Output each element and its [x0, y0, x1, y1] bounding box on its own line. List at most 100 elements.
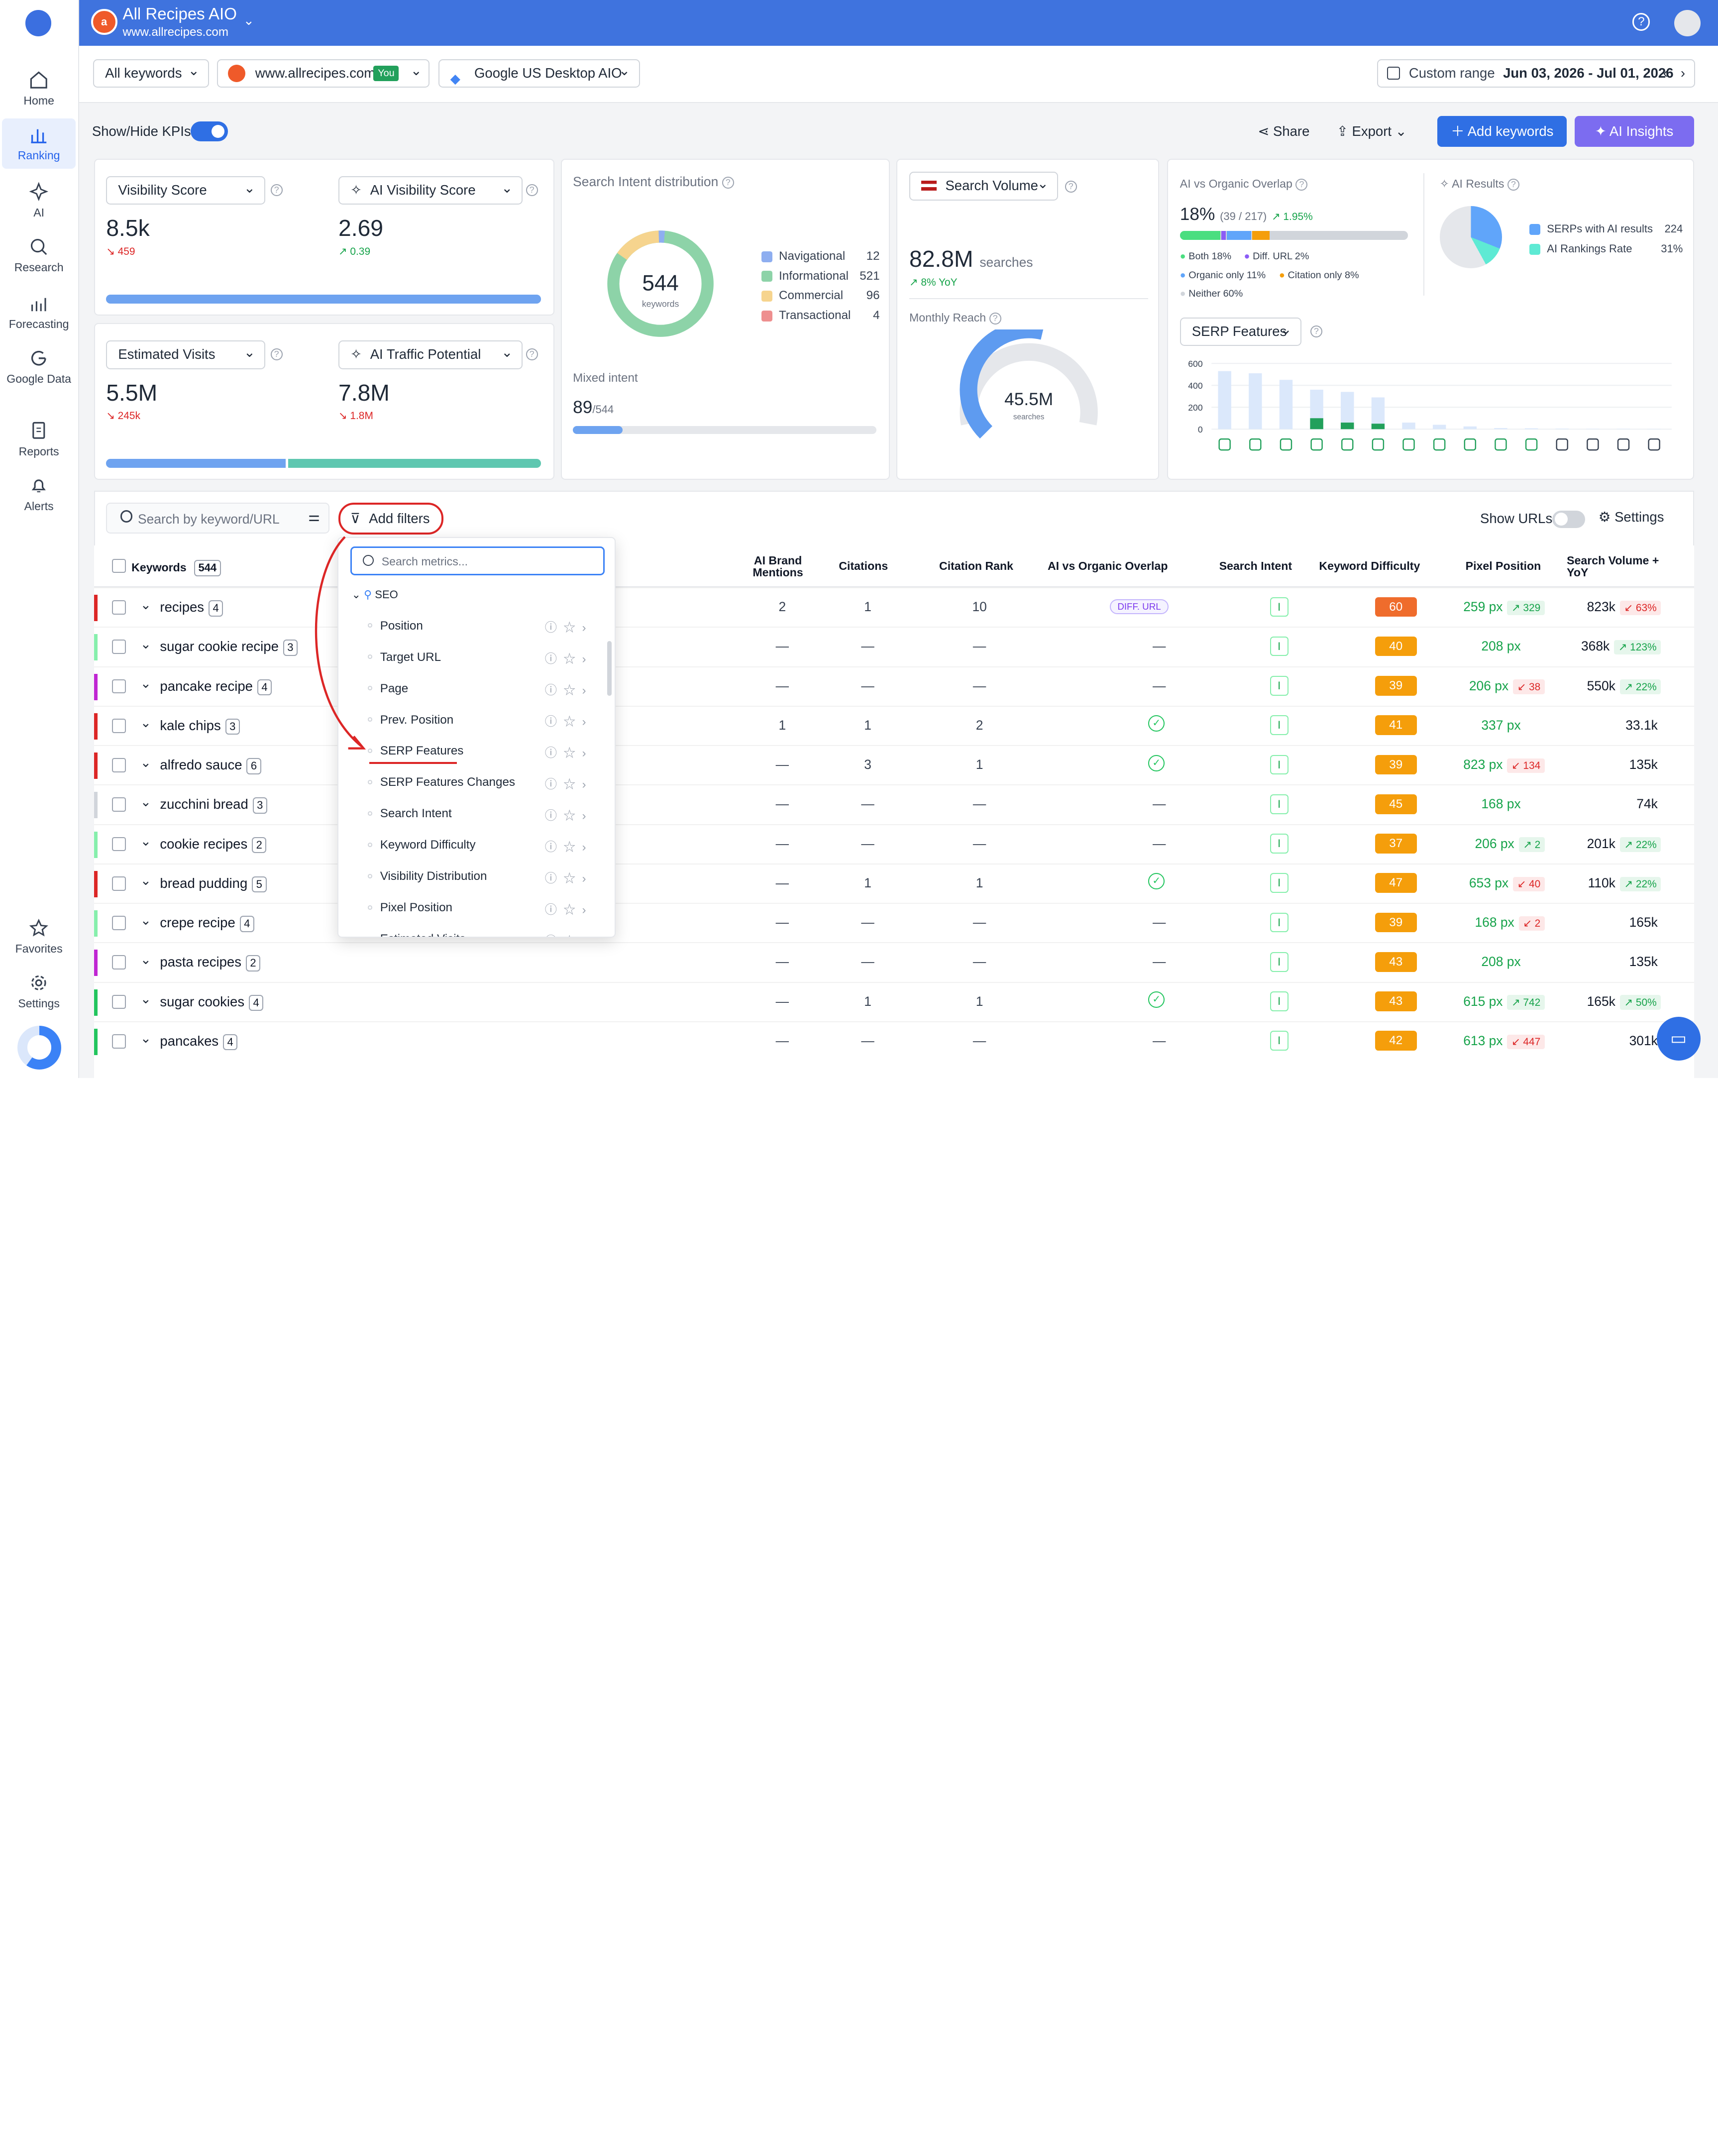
citation-rank-header[interactable]: Citation Rank: [927, 560, 1025, 572]
table-row[interactable]: ⌄pasta recipes2————I43208 px135k: [94, 942, 1694, 981]
serp-bar-ai[interactable]: [1341, 423, 1354, 430]
option-actions-icon[interactable]: ⓘ☆›: [545, 900, 593, 917]
visits-metric-select[interactable]: Estimated Visits⌄: [106, 340, 265, 369]
serp-feature-icon[interactable]: [1496, 439, 1506, 450]
serp-bar[interactable]: [1249, 373, 1262, 429]
show-urls-toggle[interactable]: [1552, 511, 1585, 528]
row-checkbox[interactable]: [112, 995, 126, 1009]
visibility-metric-select[interactable]: Visibility Score⌄: [106, 176, 265, 205]
help-icon[interactable]: ?: [989, 313, 1001, 324]
help-icon[interactable]: ?: [526, 184, 538, 196]
chevron-down-icon[interactable]: ⌄: [243, 13, 254, 28]
chevron-down-icon[interactable]: ⌄: [140, 834, 151, 849]
keyword-cell[interactable]: sugar cookie recipe3: [160, 639, 298, 656]
serp-bar[interactable]: [1495, 429, 1507, 430]
metric-option[interactable]: Keyword Difficultyⓘ☆›: [338, 830, 616, 861]
row-checkbox[interactable]: [112, 719, 126, 733]
avatar[interactable]: [1674, 10, 1701, 36]
app-title[interactable]: All Recipes AIO: [123, 4, 237, 23]
chevron-down-icon[interactable]: ⌄: [140, 715, 151, 731]
metric-option[interactable]: Positionⓘ☆›: [338, 610, 616, 641]
serp-feature-icon[interactable]: [1373, 439, 1384, 450]
sidebar-item-settings[interactable]: Settings: [2, 967, 76, 1015]
keywords-select[interactable]: All keywords⌄: [93, 59, 209, 88]
prev-range-icon[interactable]: ‹: [1663, 60, 1668, 87]
help-icon[interactable]: ?: [271, 184, 283, 196]
pixel-position-header[interactable]: Pixel Position: [1459, 560, 1547, 572]
serp-feature-icon[interactable]: [1250, 439, 1261, 450]
chat-button[interactable]: ▭: [1657, 1017, 1701, 1061]
help-icon[interactable]: ?: [1507, 179, 1519, 191]
metric-option[interactable]: SERP Featuresⓘ☆›: [338, 736, 616, 766]
serp-feature-icon[interactable]: [1434, 439, 1445, 450]
serp-bar[interactable]: [1556, 429, 1569, 430]
help-icon[interactable]: ?: [1295, 179, 1307, 191]
help-icon[interactable]: ?: [271, 348, 283, 360]
option-actions-icon[interactable]: ⓘ☆›: [545, 868, 593, 886]
help-icon[interactable]: ?: [1310, 325, 1322, 337]
ai-visibility-metric-select[interactable]: ✧AI Visibility Score⌄: [338, 176, 523, 205]
metric-option[interactable]: Search Intentⓘ☆›: [338, 798, 616, 829]
row-checkbox[interactable]: [112, 916, 126, 930]
table-row[interactable]: ⌄crepe recipe4————I39168 px↙ 2165k: [94, 903, 1694, 942]
chevron-down-icon[interactable]: ⌄: [140, 991, 151, 1007]
serp-feature-icon[interactable]: [1649, 439, 1660, 450]
row-checkbox[interactable]: [112, 876, 126, 891]
serp-feature-icon[interactable]: [1557, 439, 1568, 450]
keyword-cell[interactable]: pancake recipe4: [160, 678, 272, 696]
ai-insights-button[interactable]: ✦ AI Insights: [1575, 116, 1694, 147]
citations-header[interactable]: Citations: [833, 560, 894, 572]
keyword-difficulty-header[interactable]: Keyword Difficulty: [1315, 560, 1424, 572]
metric-option[interactable]: SERP Features Changesⓘ☆›: [338, 767, 616, 798]
domain-select[interactable]: www.allrecipes.com You ⌄: [217, 59, 430, 88]
search-intent-header[interactable]: Search Intent: [1212, 560, 1299, 572]
chevron-down-icon[interactable]: ⌄: [140, 952, 151, 968]
engine-select[interactable]: ◆ Google US Desktop AIO ⌄: [438, 59, 640, 88]
serp-feature-icon[interactable]: [1342, 439, 1353, 450]
row-checkbox[interactable]: [112, 955, 126, 970]
serp-bar-ai[interactable]: [1372, 424, 1385, 430]
keyword-cell[interactable]: zucchini bread3: [160, 796, 267, 814]
keyword-cell[interactable]: pasta recipes2: [160, 954, 260, 971]
serp-bar[interactable]: [1280, 380, 1292, 430]
keywords-header[interactable]: Keywords 544: [131, 560, 221, 576]
keyword-cell[interactable]: recipes4: [160, 599, 223, 617]
metric-option[interactable]: Pageⓘ☆›: [338, 673, 616, 704]
keyword-cell[interactable]: crepe recipe4: [160, 915, 254, 932]
table-row[interactable]: ⌄sugar cookies4—11✓I43615 px↗ 742165k↗ 5…: [94, 982, 1694, 1021]
table-row[interactable]: ⌄pancakes4————I42613 px↙ 447301k: [94, 1021, 1694, 1061]
chevron-down-icon[interactable]: ⌄: [140, 913, 151, 928]
help-icon[interactable]: ?: [526, 348, 538, 360]
brand-logo[interactable]: [25, 10, 52, 36]
serp-bar[interactable]: [1218, 371, 1231, 430]
serp-bar[interactable]: [1617, 429, 1630, 430]
menu-scrollbar[interactable]: [607, 641, 612, 696]
serp-bar[interactable]: [1525, 429, 1538, 430]
row-checkbox[interactable]: [112, 837, 126, 852]
table-row[interactable]: ⌄cookie recipes2————I37206 px↗ 2201k↗ 22…: [94, 824, 1694, 863]
keyword-cell[interactable]: sugar cookies4: [160, 994, 263, 1011]
help-icon[interactable]: ?: [1065, 181, 1077, 193]
row-checkbox[interactable]: [112, 600, 126, 615]
serp-feature-icon[interactable]: [1618, 439, 1629, 450]
table-row[interactable]: ⌄zucchini bread3————I45168 px74k: [94, 784, 1694, 824]
share-button[interactable]: ⋖ Share: [1258, 116, 1309, 147]
row-checkbox[interactable]: [112, 758, 126, 772]
export-button[interactable]: ⇪ Export ⌄: [1337, 116, 1407, 147]
row-checkbox[interactable]: [112, 1034, 126, 1049]
chevron-down-icon[interactable]: ⌄: [140, 794, 151, 810]
option-actions-icon[interactable]: ⓘ☆›: [545, 774, 593, 792]
sidebar-item-forecasting[interactable]: Forecasting: [2, 287, 76, 335]
option-actions-icon[interactable]: ⓘ☆›: [545, 680, 593, 698]
sidebar-item-favorites[interactable]: Favorites: [2, 912, 76, 960]
option-actions-icon[interactable]: ⓘ☆›: [545, 837, 593, 855]
sidebar-item-ai[interactable]: AI: [2, 175, 76, 223]
serp-bar[interactable]: [1433, 425, 1446, 430]
row-checkbox[interactable]: [112, 640, 126, 654]
metric-option[interactable]: Pixel Positionⓘ☆›: [338, 892, 616, 923]
metric-option[interactable]: Prev. Positionⓘ☆›: [338, 704, 616, 735]
keyword-cell[interactable]: alfredo sauce6: [160, 757, 261, 774]
metric-option[interactable]: Estimated Visitsⓘ☆›: [338, 924, 616, 938]
help-icon[interactable]: ?: [722, 177, 734, 189]
serp-feature-icon[interactable]: [1219, 439, 1230, 450]
